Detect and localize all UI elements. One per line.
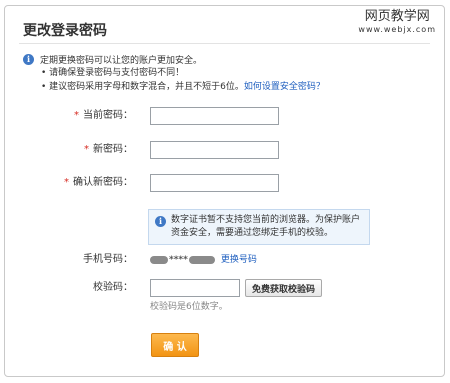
- info-icon: i: [23, 53, 34, 65]
- page-title: 更改登录密码: [23, 23, 107, 39]
- phone-label: 手机号码：: [83, 254, 133, 265]
- security-notice: i 定期更换密码可以让您的账户更加安全。 请确保登录密码与支付密码不同！ 建议密…: [23, 52, 325, 94]
- new-password-input[interactable]: [150, 141, 279, 159]
- notice-bullet-different-passwords: 请确保登录密码与支付密码不同！: [41, 66, 325, 80]
- certificate-tip-box: i 数字证书暂不支持您当前的浏览器。为保护账户 资金安全，需要通过您绑定手机的校…: [148, 209, 370, 245]
- title-divider: [19, 43, 430, 44]
- info-icon: i: [155, 216, 166, 227]
- verify-code-row: 校验码： 免费获取校验码: [5, 279, 444, 297]
- verify-code-input[interactable]: [150, 279, 240, 297]
- notice-bullet-password-advice: 建议密码采用字母和数字混合，并且不短于6位。如何设置安全密码？: [41, 80, 325, 94]
- password-help-link[interactable]: 如何设置安全密码？: [244, 82, 325, 92]
- masked-stars: ****: [169, 255, 188, 265]
- redacted-digits: [150, 256, 168, 264]
- required-mark: *: [74, 110, 79, 121]
- verify-code-hint: 校验码是6位数字。: [150, 302, 228, 312]
- get-code-button[interactable]: 免费获取校验码: [245, 279, 323, 297]
- watermark-name: 网页教学网: [364, 9, 430, 24]
- verify-code-label: 校验码：: [93, 282, 133, 293]
- current-password-input[interactable]: [150, 107, 279, 125]
- notice-lead: 定期更换密码可以让您的账户更加安全。: [40, 55, 203, 66]
- confirm-password-row: * 确认新密码：: [5, 174, 444, 192]
- change-phone-link[interactable]: 更换号码: [221, 251, 257, 269]
- site-watermark: 网页教学网 www.webjx.com: [358, 9, 436, 35]
- masked-phone-number: **** 更换号码: [150, 251, 257, 269]
- confirm-button[interactable]: 确 认: [151, 333, 199, 357]
- phone-row: 手机号码： **** 更换号码: [5, 251, 444, 269]
- notice-list: 请确保登录密码与支付密码不同！ 建议密码采用字母和数字混合，并且不短于6位。如何…: [41, 66, 325, 94]
- confirm-password-label: * 确认新密码：: [64, 177, 133, 188]
- new-password-row: * 新密码：: [5, 141, 444, 159]
- confirm-password-input[interactable]: [150, 174, 279, 192]
- new-password-label: * 新密码：: [84, 144, 133, 155]
- required-mark: *: [84, 144, 89, 155]
- current-password-row: * 当前密码：: [5, 107, 444, 125]
- required-mark: *: [64, 177, 69, 188]
- current-password-label: * 当前密码：: [74, 110, 133, 121]
- watermark-url: www.webjx.com: [358, 25, 436, 34]
- change-password-panel: 更改登录密码 网页教学网 www.webjx.com i 定期更换密码可以让您的…: [4, 5, 445, 377]
- certificate-tip-text: 数字证书暂不支持您当前的浏览器。为保护账户 资金安全，需要通过您绑定手机的校验。: [171, 215, 361, 238]
- redacted-digits: [188, 256, 215, 264]
